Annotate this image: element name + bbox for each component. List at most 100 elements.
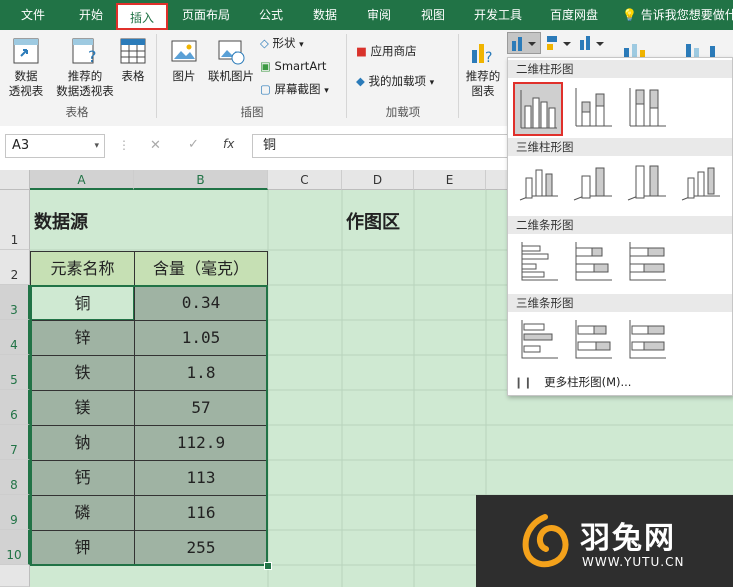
shapes-button[interactable]: ◇ 形状 ▾ (260, 34, 304, 54)
more-column-charts-link[interactable]: ❙❙ 更多柱形图(M)... (514, 372, 631, 392)
cell-element[interactable]: 磷 (30, 495, 135, 531)
tab-page-layout[interactable]: 页面布局 (168, 0, 244, 30)
cell-amount[interactable]: 112.9 (134, 425, 268, 461)
recommended-charts-button[interactable]: ? 推荐的 图表 (462, 36, 504, 99)
column-header-b[interactable]: B (134, 170, 268, 190)
picture-label: 图片 (172, 69, 196, 83)
row-header-9[interactable]: 9 (0, 495, 30, 530)
name-box-value: A3 (12, 138, 30, 153)
store-button[interactable]: ■ 应用商店 (356, 42, 417, 60)
ribbon-tab-bar: 文件 开始 插入 页面布局 公式 数据 审阅 视图 开发工具 百度网盘 💡 告诉… (0, 0, 733, 30)
cell-amount[interactable]: 57 (134, 390, 268, 426)
more-options-icon: ⋮ (118, 138, 130, 152)
cell-amount[interactable]: 116 (134, 495, 268, 531)
row-header-4[interactable]: 4 (0, 320, 30, 355)
tab-baidu-netdisk[interactable]: 百度网盘 (536, 0, 612, 30)
smartart-label: SmartArt (274, 59, 327, 73)
column-header-e[interactable]: E (414, 170, 486, 190)
cell-amount[interactable]: 1.8 (134, 355, 268, 391)
statistic-chart-button[interactable] (578, 34, 608, 52)
tab-formulas[interactable]: 公式 (244, 0, 298, 30)
pivot-table-button[interactable]: 数据 透视表 (4, 36, 48, 99)
3d-clustered-bar-option[interactable] (516, 316, 562, 362)
tell-me-box[interactable]: 💡 告诉我您想要做什么 (622, 0, 733, 30)
cell-element[interactable]: 镁 (30, 390, 135, 426)
row-header-2[interactable]: 2 (0, 250, 30, 285)
percent-stacked-column-option[interactable] (624, 84, 670, 130)
cell-element[interactable]: 铁 (30, 355, 135, 391)
clustered-bar-icon (521, 242, 558, 281)
3d-clustered-bar-icon (521, 320, 558, 359)
column-header-c[interactable]: C (268, 170, 342, 190)
recommended-pivot-icon: ? (72, 38, 97, 66)
tab-insert[interactable]: 插入 (116, 3, 168, 30)
enter-icon[interactable]: ✓ (188, 137, 199, 152)
3d-percent-stacked-bar-option[interactable] (624, 316, 670, 362)
tab-review[interactable]: 审阅 (352, 0, 406, 30)
pivot-table-label: 数据 透视表 (8, 69, 44, 98)
3d-column-icon (681, 167, 720, 201)
name-box[interactable]: A3 ▾ (5, 134, 105, 158)
clustered-bar-option[interactable] (516, 238, 562, 284)
cell-element[interactable]: 铜 (30, 285, 135, 321)
table-button[interactable]: 表格 (116, 36, 150, 84)
column-header-a[interactable]: A (30, 170, 134, 190)
row-header-11[interactable] (0, 565, 30, 587)
table-label: 表格 (121, 69, 145, 83)
3d-clustered-column-option[interactable] (516, 160, 562, 206)
column-header-d[interactable]: D (342, 170, 414, 190)
group-illustrations-label: 插图 (240, 105, 264, 119)
cell-element[interactable]: 钠 (30, 425, 135, 461)
tab-file[interactable]: 文件 (0, 0, 66, 30)
ribbon-separator (156, 34, 157, 118)
3d-percent-stacked-column-option[interactable] (624, 160, 670, 206)
recommended-pivot-button[interactable]: ? 推荐的 数据透视表 (56, 36, 114, 99)
tab-developer[interactable]: 开发工具 (460, 0, 536, 30)
row-header-8[interactable]: 8 (0, 460, 30, 495)
cell-element[interactable]: 钙 (30, 460, 135, 496)
column-chart-icon (512, 37, 536, 51)
cell-amount[interactable]: 113 (134, 460, 268, 496)
screenshot-button[interactable]: ▢ 屏幕截图 ▾ (260, 80, 329, 100)
cell-element[interactable]: 锌 (30, 320, 135, 356)
3d-column-option[interactable] (678, 160, 724, 206)
header-content-mg[interactable]: 含量（毫克） (134, 251, 268, 286)
3d-stacked-column-option[interactable] (570, 160, 616, 206)
cell-amount[interactable]: 0.34 (134, 285, 268, 321)
cell-amount[interactable]: 1.05 (134, 320, 268, 356)
stacked-column-option[interactable] (570, 84, 616, 130)
3d-percent-stacked-column-icon (627, 165, 666, 201)
hierarchy-chart-button[interactable] (545, 34, 575, 52)
cell-amount[interactable]: 255 (134, 530, 268, 566)
header-element-name[interactable]: 元素名称 (30, 251, 135, 286)
3d-stacked-bar-option[interactable] (570, 316, 616, 362)
online-picture-button[interactable]: 联机图片 (206, 36, 256, 84)
picture-button[interactable]: 图片 (164, 36, 204, 84)
cancel-icon[interactable]: ✕ (150, 138, 161, 153)
select-all-corner[interactable] (0, 170, 30, 190)
cell-element[interactable]: 钾 (30, 530, 135, 566)
row-header-7[interactable]: 7 (0, 425, 30, 460)
stacked-bar-icon (575, 242, 612, 281)
my-addins-button[interactable]: ◆ 我的加载项 ▾ (356, 72, 434, 92)
formula-content: 铜 (263, 138, 277, 153)
row-header-10[interactable]: 10 (0, 530, 30, 565)
tab-home[interactable]: 开始 (66, 0, 116, 30)
hierarchy-chart-icon (547, 36, 571, 50)
column-chart-dropdown-button[interactable] (507, 32, 541, 54)
chevron-down-icon: ▾ (94, 141, 99, 151)
fill-handle[interactable] (264, 562, 272, 570)
title-chart-area[interactable]: 作图区 (346, 208, 400, 234)
stacked-bar-option[interactable] (570, 238, 616, 284)
insert-function-icon[interactable]: fx (223, 137, 234, 151)
percent-stacked-bar-option[interactable] (624, 238, 670, 284)
tab-view[interactable]: 视图 (406, 0, 460, 30)
row-header-6[interactable]: 6 (0, 390, 30, 425)
smartart-button[interactable]: ▣ SmartArt (260, 57, 326, 75)
tab-data[interactable]: 数据 (298, 0, 352, 30)
title-data-source[interactable]: 数据源 (34, 208, 88, 234)
row-header-3[interactable]: 3 (0, 285, 30, 320)
row-header-5[interactable]: 5 (0, 355, 30, 390)
clustered-column-option[interactable] (513, 82, 563, 136)
row-header-1[interactable]: 1 (0, 190, 30, 250)
